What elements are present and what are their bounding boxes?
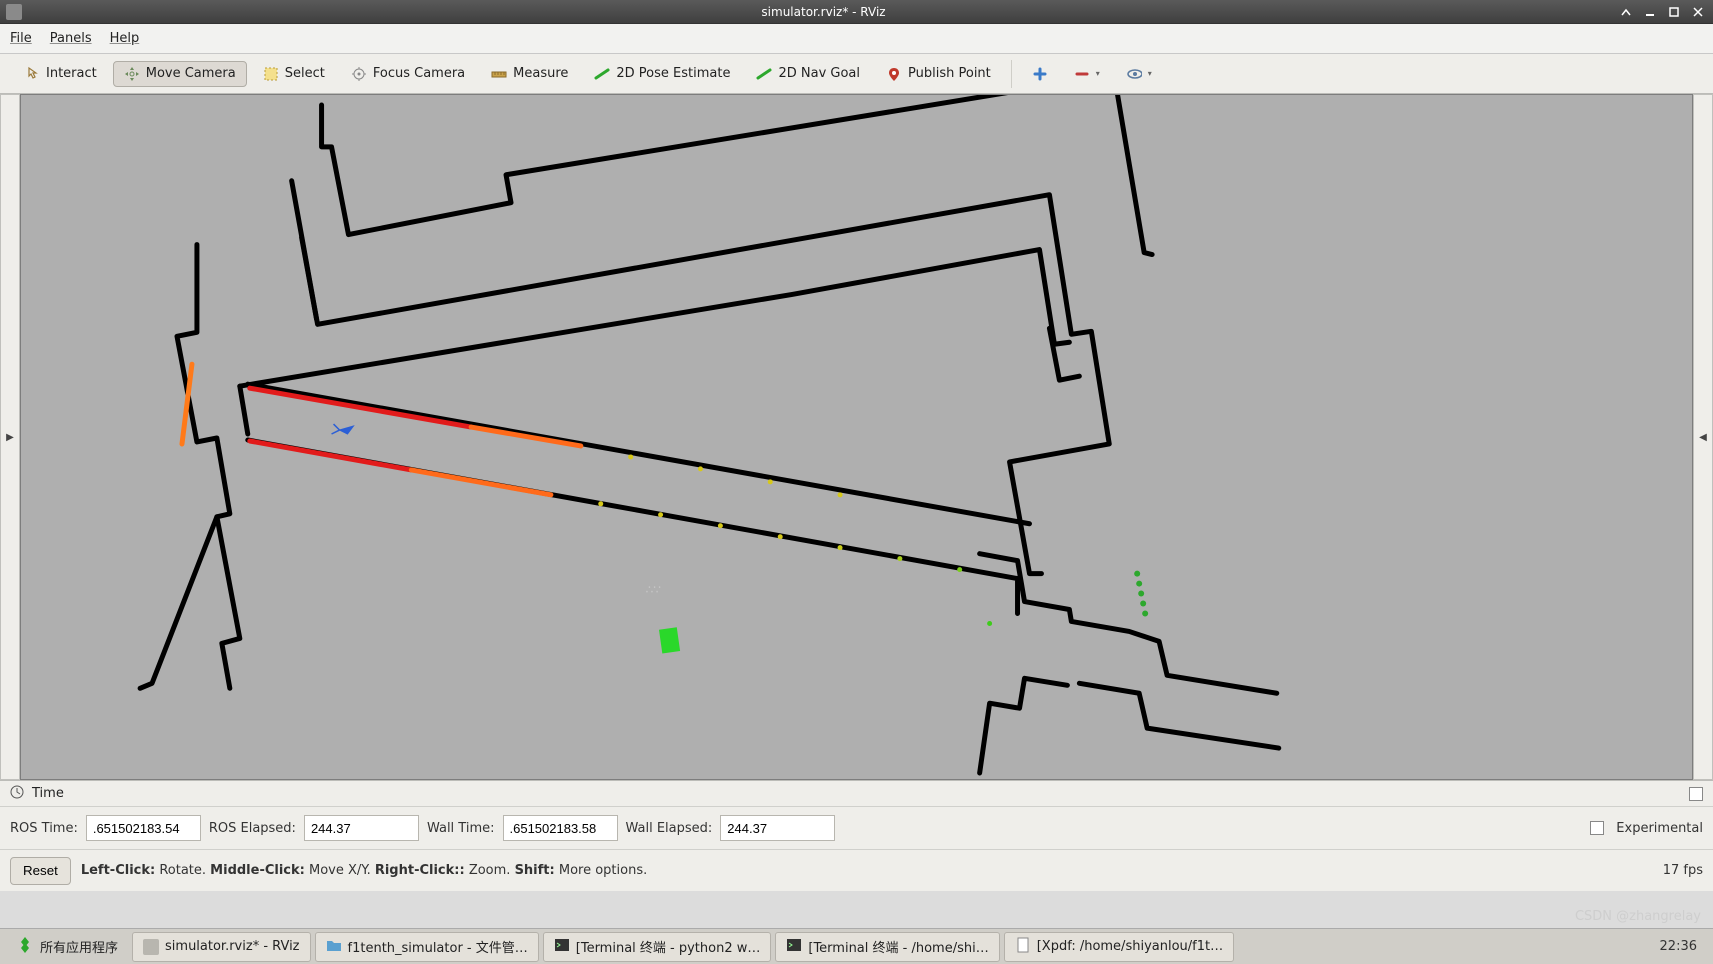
terminal-icon — [554, 937, 570, 957]
time-panel-dock-button[interactable] — [1689, 787, 1703, 801]
measure-label: Measure — [513, 66, 568, 81]
pose-estimate-label: 2D Pose Estimate — [616, 66, 730, 81]
taskbar-apps-menu[interactable]: 所有应用程序 — [6, 932, 128, 962]
eye-icon — [1126, 66, 1142, 82]
time-panel-title: Time — [32, 786, 64, 801]
views-button[interactable]: ▾ — [1116, 62, 1162, 86]
mouse-hints: Left-Click: Rotate. Middle-Click: Move X… — [81, 863, 1653, 878]
rviz-3d-viewport[interactable]: ∴∵ — [20, 94, 1693, 780]
taskbar-item-rviz[interactable]: simulator.rviz* - RViz — [132, 932, 311, 962]
nav-goal-button[interactable]: 2D Nav Goal — [746, 62, 870, 86]
document-icon — [1015, 937, 1031, 957]
nav-goal-label: 2D Nav Goal — [778, 66, 860, 81]
toolbar: Interact Move Camera Select Focus Camera… — [0, 54, 1713, 94]
select-icon — [263, 66, 279, 82]
window-minimize-button[interactable] — [1641, 4, 1659, 20]
desktop-taskbar: 所有应用程序 simulator.rviz* - RViz f1tenth_si… — [0, 928, 1713, 964]
publish-point-label: Publish Point — [908, 66, 991, 81]
toolbar-separator — [1011, 60, 1012, 88]
time-panel: Time ROS Time: ROS Elapsed: Wall Time: W… — [0, 780, 1713, 891]
move-camera-label: Move Camera — [146, 66, 236, 81]
left-panel-toggle[interactable]: ▶ — [0, 94, 20, 780]
select-label: Select — [285, 66, 325, 81]
map-visualization: ∴∵ — [21, 95, 1692, 779]
ros-elapsed-field[interactable] — [304, 815, 419, 841]
move-camera-icon — [124, 66, 140, 82]
experimental-checkbox[interactable] — [1590, 821, 1604, 835]
ros-time-label: ROS Time: — [10, 821, 78, 836]
publish-point-button[interactable]: Publish Point — [876, 62, 1001, 86]
pose-estimate-icon — [594, 66, 610, 82]
ros-elapsed-label: ROS Elapsed: — [209, 821, 296, 836]
ros-time-field[interactable] — [86, 815, 201, 841]
window-close-button[interactable] — [1689, 4, 1707, 20]
reset-button[interactable]: Reset — [10, 857, 71, 885]
wall-time-field[interactable] — [503, 815, 618, 841]
menu-file[interactable]: File — [10, 31, 32, 46]
window-shade-button[interactable] — [1617, 4, 1635, 20]
menu-help[interactable]: Help — [110, 31, 140, 46]
interact-button[interactable]: Interact — [14, 62, 107, 86]
menu-bar: File Panels Help — [0, 24, 1713, 54]
right-panel-toggle[interactable]: ◀ — [1693, 94, 1713, 780]
add-button[interactable] — [1022, 62, 1058, 86]
measure-button[interactable]: Measure — [481, 62, 578, 86]
watermark-text: CSDN @zhangrelay — [1575, 909, 1701, 924]
taskbar-item-xpdf[interactable]: [Xpdf: /home/shiyanlou/f1t… — [1004, 932, 1234, 962]
terminal-icon — [786, 937, 802, 957]
taskbar-item-terminal2[interactable]: [Terminal 终端 - /home/shi… — [775, 932, 999, 962]
viewport-container: ▶ — [0, 94, 1713, 780]
taskbar-clock: 22:36 — [1650, 939, 1707, 954]
plus-icon — [1032, 66, 1048, 82]
window-titlebar: simulator.rviz* - RViz — [0, 0, 1713, 24]
select-button[interactable]: Select — [253, 62, 335, 86]
interact-label: Interact — [46, 66, 97, 81]
focus-camera-label: Focus Camera — [373, 66, 465, 81]
focus-camera-button[interactable]: Focus Camera — [341, 62, 475, 86]
remove-button[interactable]: ▾ — [1064, 62, 1110, 86]
window-title: simulator.rviz* - RViz — [30, 5, 1617, 19]
pose-estimate-button[interactable]: 2D Pose Estimate — [584, 62, 740, 86]
svg-text:∴∵: ∴∵ — [646, 583, 661, 597]
window-maximize-button[interactable] — [1665, 4, 1683, 20]
minus-icon — [1074, 66, 1090, 82]
experimental-label: Experimental — [1616, 821, 1703, 836]
move-camera-button[interactable]: Move Camera — [113, 61, 247, 87]
apps-icon — [16, 936, 34, 958]
focus-camera-icon — [351, 66, 367, 82]
taskbar-item-filemanager[interactable]: f1tenth_simulator - 文件管… — [315, 932, 539, 962]
taskbar-item-terminal1[interactable]: [Terminal 终端 - python2 w… — [543, 932, 772, 962]
interact-icon — [24, 66, 40, 82]
nav-goal-icon — [756, 66, 772, 82]
fps-readout: 17 fps — [1663, 863, 1703, 878]
menu-panels[interactable]: Panels — [50, 31, 92, 46]
wall-elapsed-label: Wall Elapsed: — [626, 821, 713, 836]
wall-elapsed-field[interactable] — [720, 815, 835, 841]
rviz-icon — [143, 939, 159, 955]
app-icon — [6, 4, 22, 20]
wall-time-label: Wall Time: — [427, 821, 495, 836]
folder-icon — [326, 937, 342, 957]
publish-point-icon — [886, 66, 902, 82]
clock-icon — [10, 785, 24, 803]
measure-icon — [491, 66, 507, 82]
